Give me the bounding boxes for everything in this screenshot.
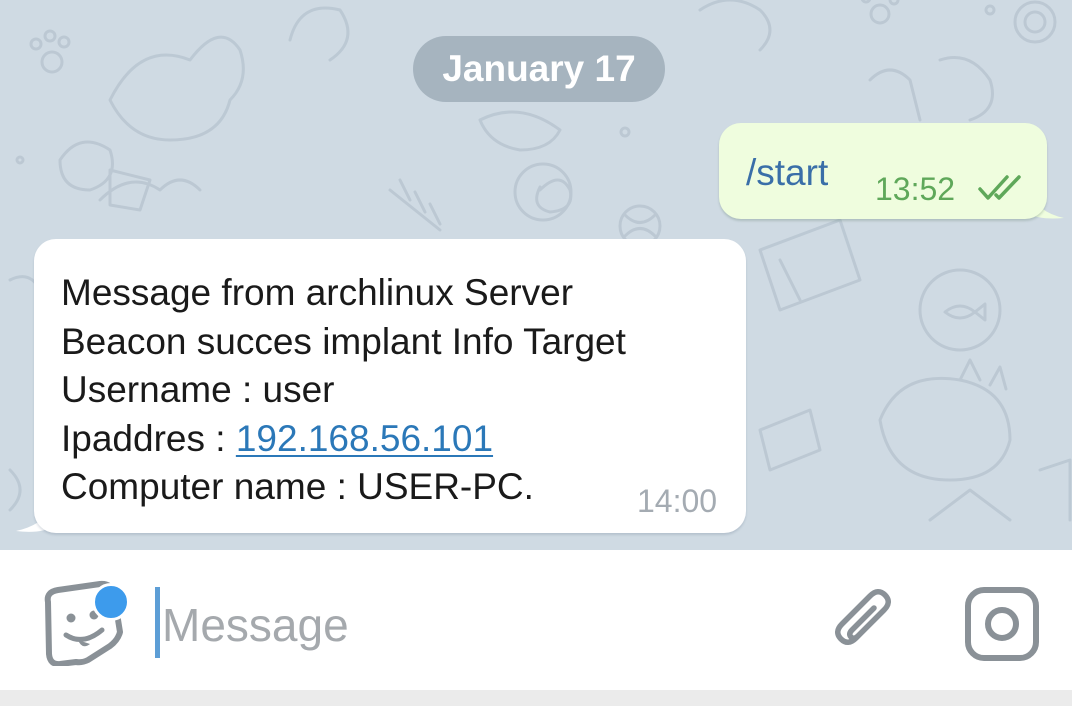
ip-label: Ipaddres : bbox=[61, 417, 236, 459]
incoming-message-text: Message from archlinux Server Beacon suc… bbox=[61, 269, 626, 512]
paperclip-icon[interactable] bbox=[826, 586, 902, 662]
chat-area[interactable]: January 17 /start 13:52 Message from arc… bbox=[0, 0, 1072, 550]
double-check-icon bbox=[978, 175, 1021, 200]
outgoing-message-text: /start bbox=[746, 152, 829, 193]
message-line: Message from archlinux Server bbox=[61, 272, 574, 313]
message-input[interactable] bbox=[162, 593, 802, 657]
outgoing-message-time: 13:52 bbox=[875, 171, 956, 207]
bottom-strip bbox=[0, 690, 1072, 706]
message-line: Computer name : USER-PC. bbox=[61, 466, 534, 507]
ip-address-link[interactable]: 192.168.56.101 bbox=[236, 418, 493, 459]
camera-icon[interactable] bbox=[964, 586, 1040, 662]
message-line: Beacon succes implant Info Target bbox=[61, 320, 626, 362]
notification-dot bbox=[92, 583, 130, 621]
outgoing-message-bubble[interactable]: /start 13:52 bbox=[719, 123, 1047, 219]
message-line: Username : user bbox=[61, 369, 335, 410]
message-composer bbox=[0, 550, 1072, 690]
date-separator: January 17 bbox=[413, 36, 665, 102]
incoming-message-time: 14:00 bbox=[637, 483, 718, 519]
text-cursor bbox=[155, 587, 160, 658]
incoming-message-bubble[interactable]: Message from archlinux Server Beacon suc… bbox=[34, 239, 746, 533]
message-line-ip: Ipaddres : 192.168.56.101 bbox=[61, 415, 626, 464]
